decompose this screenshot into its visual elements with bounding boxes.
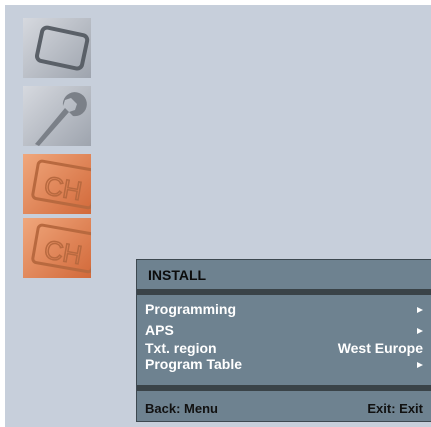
footer-divider xyxy=(137,385,431,391)
install-channel-icon[interactable]: CH xyxy=(23,218,91,278)
svg-text:CH: CH xyxy=(42,234,84,270)
arrow-right-icon xyxy=(417,328,423,334)
wrench-icon[interactable] xyxy=(23,86,91,146)
install-menu: INSTALL Programming APS Txt. region West… xyxy=(136,259,431,422)
menu-item-label: APS xyxy=(145,322,174,338)
menu-item-programming[interactable]: Programming xyxy=(145,301,423,318)
svg-text:CH: CH xyxy=(42,170,84,206)
channel-icon[interactable]: CH xyxy=(23,154,91,214)
menu-item-aps[interactable]: APS xyxy=(145,322,423,339)
menu-item-label: Programming xyxy=(145,301,237,317)
menu-title: INSTALL xyxy=(148,267,207,283)
menu-item-txt-region[interactable]: Txt. region West Europe xyxy=(145,340,423,357)
menu-item-label: Program Table xyxy=(145,356,242,372)
tv-screen: CH CH INSTALL Programming APS Txt. regio… xyxy=(5,5,431,427)
exit-hint[interactable]: Exit: Exit xyxy=(367,401,423,416)
arrow-right-icon xyxy=(417,307,423,313)
menu-item-program-table[interactable]: Program Table xyxy=(145,356,423,373)
menu-item-label: Txt. region xyxy=(145,340,217,356)
arrow-right-icon xyxy=(417,362,423,368)
title-divider xyxy=(137,289,431,295)
picture-icon[interactable] xyxy=(23,18,91,78)
back-hint[interactable]: Back: Menu xyxy=(145,401,218,416)
menu-item-value: West Europe xyxy=(337,340,423,356)
